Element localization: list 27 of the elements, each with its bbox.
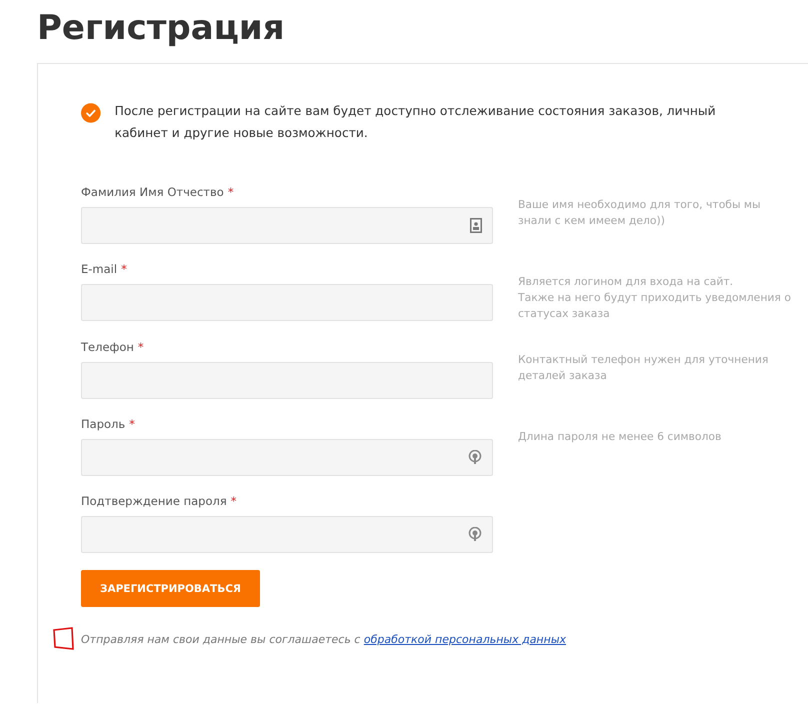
privacy-link[interactable]: обработкой персональных данных [364,632,566,646]
key-icon [468,527,482,542]
field-hint: Контактный телефон нужен для уточнения деталей заказа [518,352,770,384]
field-label: E-mail [81,261,118,277]
field-label: Телефон [81,339,134,355]
input-field[interactable] [81,439,493,476]
contact-card-icon [470,218,482,233]
field-hint: Является логином для входа на сайт. Также на него будут приходить уведомления о статусах заказа [518,274,792,322]
input-field[interactable] [81,284,493,321]
field-label: Подтверждение пароля [81,493,227,509]
field-hint: Длина пароля не менее 6 символов [518,429,722,445]
field-label: Фамилия Имя Отчество [81,184,224,200]
check-icon [81,100,101,126]
input-field[interactable] [81,362,493,399]
field-label: Пароль [81,416,126,432]
key-icon [468,450,482,465]
notice-text: После регистрации на сайте вам будет доступно отслеживание состояния заказов, личный кабинет и другие новые возможности. [114,103,717,142]
required-mark: * [228,184,234,200]
required-mark: * [121,261,127,277]
input-field[interactable] [81,516,493,553]
required-mark: * [138,339,144,355]
input-field[interactable] [81,207,493,244]
required-mark: * [230,493,237,509]
field-hint: Ваше имя необходимо для того, чтобы мы знали с кем имеем дело)) [518,197,762,229]
consent-text: Отправляя нам свои данные вы соглашаетесь с обработкой персональных данных [81,632,566,646]
required-mark: * [129,416,135,432]
page-title: Регистрация [37,8,286,48]
